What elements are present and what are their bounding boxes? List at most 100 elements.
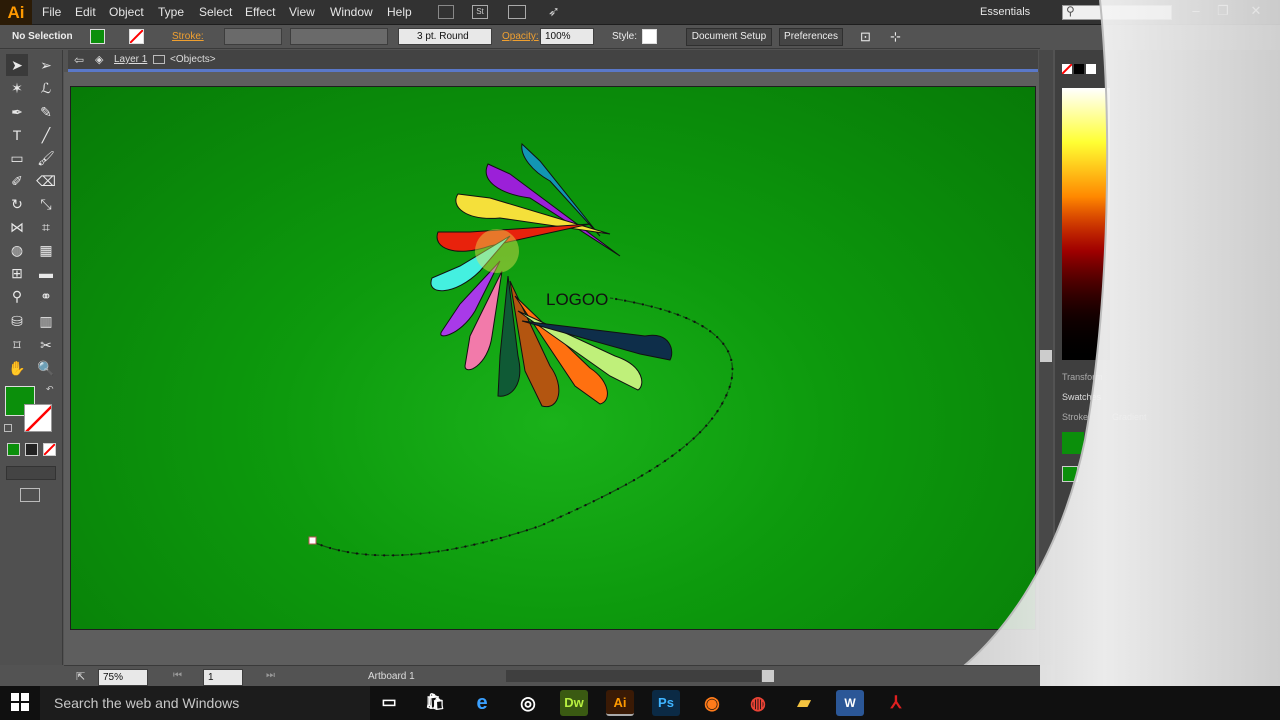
transform-icon[interactable]: ⊹ xyxy=(890,28,901,45)
perspective-grid-tool-icon[interactable]: ▦ xyxy=(35,239,57,261)
none-mode-icon[interactable] xyxy=(43,443,56,456)
settings-icon[interactable]: ◎ xyxy=(514,690,542,716)
fill-swatch[interactable] xyxy=(90,29,105,44)
variable-width-profile[interactable] xyxy=(290,28,388,45)
dreamweaver-icon[interactable]: Dw xyxy=(560,690,588,716)
rotate-tool-icon[interactable]: ↻ xyxy=(6,193,28,215)
panel-tab-gradient[interactable]: Gradient xyxy=(1112,412,1147,422)
menu-select[interactable]: Select xyxy=(199,0,232,25)
preferences-button[interactable]: Preferences xyxy=(779,28,843,46)
arrange-documents-icon[interactable] xyxy=(508,5,526,19)
screen-mode-icon[interactable] xyxy=(20,488,40,502)
slice-tool-icon[interactable]: ✂ xyxy=(35,334,57,356)
panel-tab-transform[interactable]: Transform xyxy=(1062,372,1103,382)
rectangle-tool-icon[interactable]: ▭ xyxy=(6,147,28,169)
blend-tool-icon[interactable]: ⚭ xyxy=(35,285,57,307)
curvature-tool-icon[interactable]: ✎ xyxy=(35,101,57,123)
gradient-tool-icon[interactable]: ▬ xyxy=(35,262,57,284)
zoom-tool-icon[interactable]: 🔍 xyxy=(35,357,57,379)
menu-window[interactable]: Window xyxy=(330,0,373,25)
gradient-mode-icon[interactable] xyxy=(25,443,38,456)
swap-fill-stroke-icon[interactable]: ↶ xyxy=(46,384,54,395)
stroke-weight-field[interactable] xyxy=(224,28,282,45)
brush-definition[interactable]: 3 pt. Round xyxy=(398,28,492,45)
pen-tool-icon[interactable]: ✒ xyxy=(6,101,28,123)
mesh-tool-icon[interactable]: ⊞ xyxy=(6,262,28,284)
minimize-button[interactable]: – xyxy=(1185,2,1207,20)
color-mode-icon[interactable] xyxy=(7,443,20,456)
default-fill-stroke-icon[interactable] xyxy=(4,424,12,432)
scroll-thumb[interactable] xyxy=(1040,350,1052,362)
panel-tab-stroke[interactable]: Stroke xyxy=(1062,412,1088,422)
align-icon[interactable]: ⊡ xyxy=(860,28,871,45)
color-spectrum[interactable] xyxy=(1062,88,1110,360)
stroke-color-box[interactable] xyxy=(24,404,52,432)
artboard-number-field[interactable]: 1 xyxy=(203,669,243,686)
chrome-icon[interactable]: ◍ xyxy=(744,690,772,716)
gradient-preview[interactable] xyxy=(1062,432,1084,454)
illustrator-taskbar-icon[interactable]: Ai xyxy=(606,690,634,716)
horizontal-scrollbar[interactable] xyxy=(506,670,761,682)
petal-fan[interactable] xyxy=(430,142,673,408)
workspace-switcher[interactable]: Essentials xyxy=(980,0,1030,25)
restore-button[interactable]: ❐ xyxy=(1212,2,1234,20)
anchor-point[interactable] xyxy=(308,536,317,545)
photoshop-icon[interactable]: Ps xyxy=(652,690,680,716)
close-button[interactable]: ✕ xyxy=(1245,2,1267,20)
firefox-icon[interactable]: ◉ xyxy=(698,690,726,716)
scale-tool-icon[interactable]: ⤡ xyxy=(35,193,57,215)
menu-help[interactable]: Help xyxy=(387,0,412,25)
document-setup-button[interactable]: Document Setup xyxy=(686,28,772,46)
hand-tool-icon[interactable]: ✋ xyxy=(6,357,28,379)
lasso-tool-icon[interactable]: ℒ xyxy=(35,77,57,99)
eyedropper-tool-icon[interactable]: ⚲ xyxy=(6,285,28,307)
acrobat-icon[interactable]: ⅄ xyxy=(882,690,910,716)
width-tool-icon[interactable]: ⋈ xyxy=(6,216,28,238)
bridge-icon[interactable] xyxy=(438,5,454,19)
line-tool-icon[interactable]: ╱ xyxy=(35,124,57,146)
white-swatch[interactable] xyxy=(1086,64,1096,74)
selection-tool-icon[interactable]: ➤ xyxy=(6,54,28,76)
file-explorer-icon[interactable]: ▰ xyxy=(790,690,818,716)
windows-start-icon[interactable] xyxy=(10,692,30,712)
stock-icon[interactable]: St xyxy=(472,5,488,19)
search-help-input[interactable] xyxy=(1062,5,1172,20)
zoom-field[interactable]: 75% xyxy=(98,669,148,686)
store-icon[interactable]: 🛍 xyxy=(421,690,449,716)
shape-builder-tool-icon[interactable]: ◍ xyxy=(6,239,28,261)
direct-selection-tool-icon[interactable]: ➢ xyxy=(35,54,57,76)
magic-wand-tool-icon[interactable]: ✶ xyxy=(6,77,28,99)
paintbrush-tool-icon[interactable]: 🖌 xyxy=(35,147,57,169)
menu-view[interactable]: View xyxy=(289,0,315,25)
breadcrumb-objects[interactable]: <Objects> xyxy=(170,54,216,65)
free-transform-tool-icon[interactable]: ⌗ xyxy=(35,216,57,238)
opacity-field[interactable]: 100% xyxy=(540,28,594,45)
gpu-performance-icon[interactable]: ➶ xyxy=(548,3,560,20)
type-tool-icon[interactable]: T xyxy=(6,124,28,146)
black-swatch[interactable] xyxy=(1074,64,1084,74)
style-swatch[interactable] xyxy=(642,29,657,44)
draw-mode-icon[interactable] xyxy=(6,466,56,480)
rotate-view-icon[interactable]: ⇱ xyxy=(76,670,85,683)
stroke-swatch[interactable] xyxy=(129,29,144,44)
back-arrow-icon[interactable]: ⇦ xyxy=(74,53,84,67)
menu-edit[interactable]: Edit xyxy=(75,0,96,25)
eraser-tool-icon[interactable]: ⌫ xyxy=(35,170,57,192)
column-graph-tool-icon[interactable]: ▥ xyxy=(35,310,57,332)
panel-tab-swatches[interactable]: Swatches xyxy=(1062,392,1101,402)
artboard-status-label[interactable]: Artboard 1 xyxy=(368,671,415,682)
stroke-label[interactable]: Stroke: xyxy=(172,28,204,45)
artboard-tool-icon[interactable]: ⌑ xyxy=(6,334,28,356)
menu-type[interactable]: Type xyxy=(158,0,184,25)
symbol-sprayer-tool-icon[interactable]: ⛁ xyxy=(6,310,28,332)
logo-text[interactable]: LOGOO xyxy=(546,290,608,309)
menu-effect[interactable]: Effect xyxy=(245,0,275,25)
first-artboard-icon[interactable]: ⏮ xyxy=(173,670,182,681)
edge-icon[interactable]: e xyxy=(468,690,496,716)
menu-file[interactable]: File xyxy=(42,0,61,25)
artwork[interactable]: LOGOO xyxy=(70,86,1036,630)
menu-object[interactable]: Object xyxy=(109,0,144,25)
last-artboard-icon[interactable]: ⏭ xyxy=(266,670,275,681)
gradient-fill-box[interactable] xyxy=(1062,466,1078,482)
hscroll-thumb[interactable] xyxy=(762,670,774,682)
